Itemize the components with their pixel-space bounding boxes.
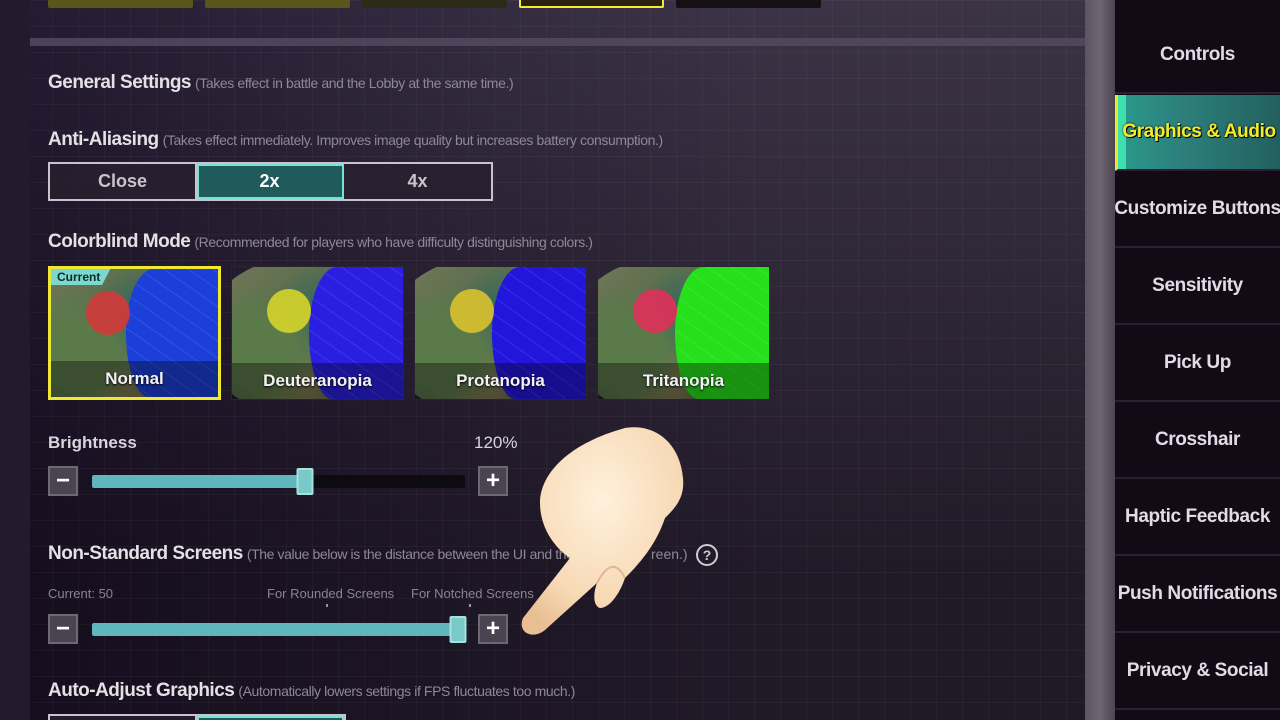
anti-aliasing-option-4x[interactable]: 4x bbox=[344, 164, 491, 199]
sidebar-item-crosshair[interactable]: Crosshair bbox=[1115, 403, 1280, 479]
top-thumbnail[interactable] bbox=[48, 0, 193, 8]
anti-aliasing-selector: Close 2x 4x bbox=[48, 162, 493, 201]
sidebar-item-push-notifications[interactable]: Push Notifications bbox=[1115, 557, 1280, 633]
colorblind-card-label: Tritanopia bbox=[642, 371, 725, 390]
pointing-hand-icon bbox=[521, 427, 684, 635]
settings-content-panel: General Settings (Takes effect in battle … bbox=[0, 0, 1085, 720]
sidebar-item-customize-buttons[interactable]: Customize Buttons bbox=[1114, 172, 1280, 248]
general-settings-heading: General Settings (Takes effect in battle … bbox=[48, 72, 514, 94]
brightness-slider-thumb[interactable] bbox=[296, 468, 314, 495]
top-thumbnail[interactable] bbox=[362, 0, 507, 8]
auto-adjust-option-off[interactable] bbox=[50, 716, 197, 720]
anti-aliasing-hint: (Takes effect immediately. Improves imag… bbox=[162, 132, 663, 148]
rounded-screens-marker bbox=[326, 604, 328, 607]
colorblind-card-label: Deuteranopia bbox=[263, 371, 372, 390]
colorblind-card-label: Protanopia bbox=[456, 371, 545, 390]
content-scrollbar[interactable] bbox=[1085, 0, 1115, 720]
auto-adjust-title: Auto-Adjust Graphics bbox=[48, 680, 235, 701]
brightness-decrease-button[interactable]: − bbox=[48, 466, 78, 496]
non-standard-screens-heading: Non-Standard Screens (The value below is … bbox=[48, 543, 574, 565]
non-standard-slider-fill bbox=[92, 623, 458, 636]
top-thumbnail[interactable] bbox=[676, 0, 821, 8]
help-icon[interactable]: ? bbox=[696, 544, 718, 566]
anti-aliasing-title: Anti-Aliasing bbox=[48, 129, 159, 150]
colorblind-card-deuteranopia[interactable]: Deuteranopia bbox=[231, 266, 404, 400]
colorblind-card-normal[interactable]: Normal Current bbox=[48, 266, 221, 400]
auto-adjust-selector bbox=[48, 714, 346, 720]
non-standard-screens-title: Non-Standard Screens bbox=[48, 543, 243, 564]
plus-icon: + bbox=[485, 467, 500, 494]
colorblind-mode-options: Normal Current Deuteranopia Protanopia T… bbox=[48, 266, 770, 400]
section-divider bbox=[30, 38, 1085, 46]
non-standard-screens-hint-end: reen.) bbox=[651, 546, 688, 562]
sidebar-item-graphics-audio[interactable]: Graphics & Audio bbox=[1115, 95, 1280, 171]
general-settings-hint: (Takes effect in battle and the Lobby at… bbox=[195, 75, 514, 91]
anti-aliasing-heading: Anti-Aliasing (Takes effect immediately. … bbox=[48, 129, 663, 151]
notched-screens-label: For Notched Screens bbox=[411, 586, 534, 601]
top-thumbnail[interactable] bbox=[205, 0, 350, 8]
colorblind-card-tritanopia[interactable]: Tritanopia bbox=[597, 266, 770, 400]
question-mark-glyph: ? bbox=[702, 547, 712, 563]
plus-icon: + bbox=[485, 615, 500, 642]
non-standard-decrease-button[interactable]: − bbox=[48, 614, 78, 644]
brightness-slider[interactable] bbox=[92, 468, 465, 495]
non-standard-screens-hint: (The value below is the distance between… bbox=[246, 546, 574, 562]
colorblind-heading: Colorblind Mode (Recommended for players … bbox=[48, 231, 593, 253]
colorblind-card-protanopia[interactable]: Protanopia bbox=[414, 266, 587, 400]
sidebar-item-controls[interactable]: Controls bbox=[1115, 18, 1280, 94]
auto-adjust-heading: Auto-Adjust Graphics (Automatically lower… bbox=[48, 680, 575, 702]
auto-adjust-hint: (Automatically lowers settings if FPS fl… bbox=[238, 683, 575, 699]
left-rail bbox=[0, 0, 30, 720]
anti-aliasing-option-close[interactable]: Close bbox=[50, 164, 197, 199]
top-thumbnail-strip bbox=[48, 0, 821, 8]
non-standard-screens-slider[interactable] bbox=[92, 616, 467, 643]
current-badge: Current bbox=[51, 269, 111, 285]
brightness-label: Brightness bbox=[48, 433, 137, 452]
minus-icon: − bbox=[55, 467, 70, 494]
notched-screens-marker bbox=[469, 604, 471, 607]
sidebar-item-pick-up[interactable]: Pick Up bbox=[1115, 326, 1280, 402]
non-standard-increase-button[interactable]: + bbox=[478, 614, 508, 644]
non-standard-slider-thumb[interactable] bbox=[449, 616, 467, 643]
colorblind-hint: (Recommended for players who have diffic… bbox=[194, 234, 593, 250]
top-thumbnail-selected[interactable] bbox=[519, 0, 664, 8]
auto-adjust-option-on[interactable] bbox=[197, 716, 344, 720]
brightness-increase-button[interactable]: + bbox=[478, 466, 508, 496]
minus-icon: − bbox=[55, 615, 70, 642]
sidebar-item-privacy-social[interactable]: Privacy & Social bbox=[1115, 634, 1280, 710]
sidebar-item-haptic-feedback[interactable]: Haptic Feedback bbox=[1115, 480, 1280, 556]
anti-aliasing-option-2x[interactable]: 2x bbox=[197, 164, 344, 199]
non-standard-current-value: Current: 50 bbox=[48, 586, 114, 601]
settings-sidebar: Controls Graphics & Audio Customize Butt… bbox=[1114, 0, 1280, 720]
general-settings-title: General Settings bbox=[48, 72, 192, 93]
rounded-screens-label: For Rounded Screens bbox=[267, 586, 395, 601]
brightness-slider-fill bbox=[92, 475, 305, 488]
sidebar-item-sensitivity[interactable]: Sensitivity bbox=[1115, 249, 1280, 325]
colorblind-card-label: Normal bbox=[105, 369, 164, 388]
brightness-value: 120% bbox=[474, 433, 518, 452]
colorblind-title: Colorblind Mode bbox=[48, 231, 191, 252]
